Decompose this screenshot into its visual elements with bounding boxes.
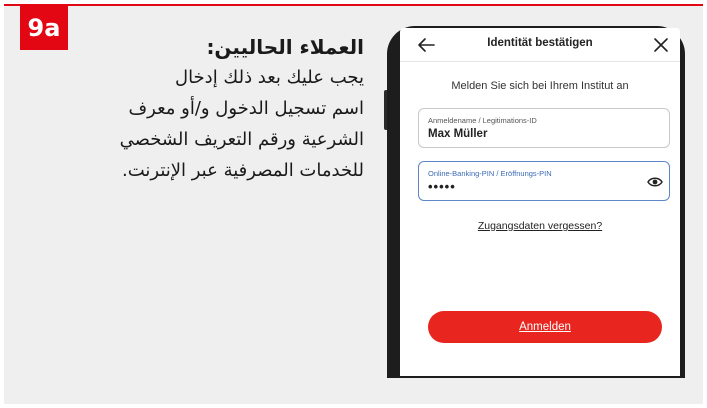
instruction-line: يجب عليك بعد ذلك إدخال bbox=[174, 67, 364, 88]
login-button[interactable]: Anmelden bbox=[428, 311, 662, 343]
instruction-heading: العملاء الحاليين: bbox=[206, 35, 364, 59]
instruction-line: اسم تسجيل الدخول و/أو معرف bbox=[128, 98, 364, 119]
instruction-text: العملاء الحاليين: يجب عليك بعد ذلك إدخال… bbox=[74, 32, 364, 186]
page-subtitle: Melden Sie sich bei Ihrem Institut an bbox=[451, 80, 629, 92]
app-titlebar: Identität bestätigen bbox=[400, 28, 680, 62]
username-label: Anmeldename / Legitimations-ID bbox=[428, 116, 537, 125]
instruction-line: الشرعية ورقم التعريف الشخصي bbox=[119, 129, 364, 150]
pin-label: Online-Banking-PIN / Eröffnungs-PIN bbox=[428, 169, 552, 178]
close-icon[interactable] bbox=[652, 36, 670, 54]
pin-value: ••••• bbox=[428, 179, 456, 194]
pin-field[interactable]: Online-Banking-PIN / Eröffnungs-PIN ••••… bbox=[418, 161, 670, 201]
forgot-credentials-link[interactable]: Zugangsdaten vergessen? bbox=[400, 220, 680, 232]
step-badge: 9a bbox=[20, 6, 68, 50]
page-title: Identität bestätigen bbox=[487, 37, 593, 49]
username-value: Max Müller bbox=[428, 128, 488, 140]
arrow-left-icon[interactable] bbox=[416, 36, 436, 54]
username-field[interactable]: Anmeldename / Legitimations-ID Max Mülle… bbox=[418, 108, 670, 148]
instruction-line: للخدمات المصرفية عبر الإنترنت. bbox=[121, 160, 364, 181]
phone-screen: Identität bestätigen Melden Sie sich bei… bbox=[400, 28, 680, 376]
login-button-label: Anmelden bbox=[519, 321, 571, 333]
eye-icon[interactable] bbox=[647, 175, 663, 189]
